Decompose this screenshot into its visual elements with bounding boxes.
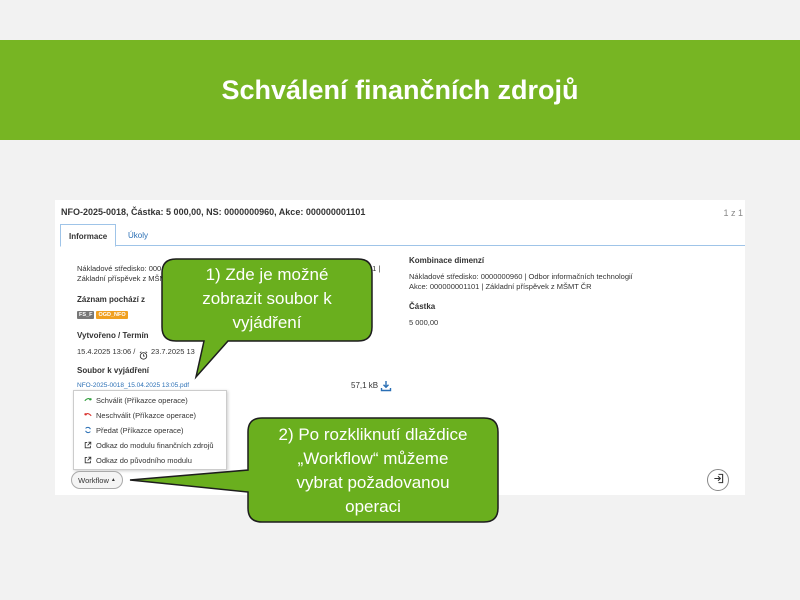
callout-2-line3: vybrat požadovanou (296, 473, 450, 492)
callout-2-line4: operaci (345, 497, 401, 516)
callout-1-line3: vyjádření (232, 313, 302, 332)
callout-text-1: 1) Zde je možné zobrazit soubor k vyjádř… (162, 263, 372, 335)
callout-1-line1: 1) Zde je možné (205, 265, 329, 284)
callout-1-line2: zobrazit soubor k (202, 289, 332, 308)
callout-2-line2: „Workflow“ můžeme (297, 449, 449, 468)
callout-2-line1: 2) Po rozkliknutí dlaždice (278, 425, 468, 444)
callout-text-2: 2) Po rozkliknutí dlaždice „Workflow“ mů… (248, 423, 498, 519)
